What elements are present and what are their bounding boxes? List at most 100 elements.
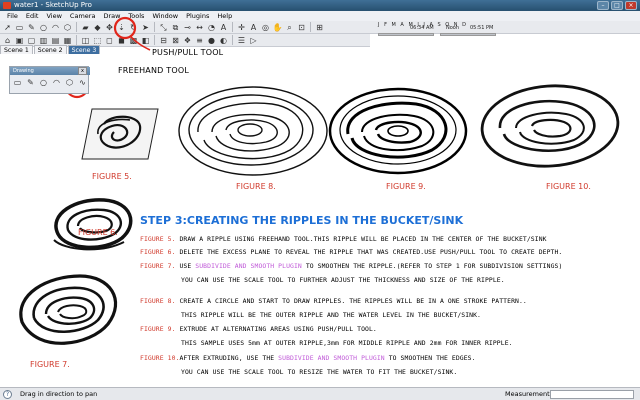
3d-text-icon[interactable]: A — [248, 22, 259, 33]
front-view-icon[interactable]: ▢ — [26, 35, 37, 46]
paint-bucket-icon[interactable]: ◆ — [92, 22, 103, 33]
polygon-icon[interactable]: ⬡ — [62, 22, 73, 33]
figure-8-label: FIGURE 8. — [236, 182, 276, 191]
top-view-icon[interactable]: ▣ — [14, 35, 25, 46]
iso-view-icon[interactable]: ⌂ — [2, 35, 13, 46]
rotate-icon[interactable]: ↻ — [128, 22, 139, 33]
offset-icon[interactable]: ⧉ — [170, 22, 181, 33]
instruction-line: FIGURE 9. EXTRUDE AT ALTERNATING AREAS U… — [140, 325, 377, 333]
menu-view[interactable]: View — [42, 11, 65, 21]
circle-icon[interactable]: ○ — [38, 22, 49, 33]
zoom-icon[interactable]: ⌕ — [284, 22, 295, 33]
figure-7-label: FIGURE 7. — [30, 360, 70, 369]
menu-window[interactable]: Window — [148, 11, 182, 21]
freehand-icon[interactable]: ∿ — [77, 77, 88, 89]
line-pencil-icon[interactable]: ✎ — [25, 77, 36, 89]
figure-7-drawing — [19, 274, 118, 345]
tab-scene-3[interactable]: Scene 3 — [67, 45, 101, 54]
monochrome-icon[interactable]: ◧ — [140, 35, 151, 46]
tape-measure-icon[interactable]: ⊸ — [182, 22, 193, 33]
arrow-select-icon[interactable]: ➚ — [2, 22, 13, 33]
push-pull-icon[interactable]: ⇣ — [116, 22, 127, 33]
instruction-text-pre: USE — [175, 262, 196, 270]
protractor-icon[interactable]: ◔ — [206, 22, 217, 33]
figure-10-drawing — [480, 84, 620, 168]
scale-icon[interactable]: ⤡ — [158, 22, 169, 33]
menu-plugins[interactable]: Plugins — [182, 11, 213, 21]
minimize-button[interactable]: – — [597, 1, 609, 10]
shadow-date-slider[interactable] — [378, 33, 434, 36]
toolbar-separator — [154, 22, 155, 32]
figure-5-label: FIGURE 5. — [92, 172, 132, 181]
scenes-icon[interactable]: ▷ — [248, 35, 259, 46]
left-view-icon[interactable]: ▦ — [62, 35, 73, 46]
status-hint: Drag in direction to pan — [20, 390, 98, 398]
menu-edit[interactable]: Edit — [22, 11, 43, 21]
arc-icon[interactable]: ◠ — [51, 77, 62, 89]
menu-file[interactable]: File — [3, 11, 22, 21]
shaded-texture-icon[interactable]: ▩ — [128, 35, 139, 46]
step-3-title: STEP 3:CREATING THE RIPPLES IN THE BUCKE… — [140, 214, 464, 227]
instruction-figure-ref: FIGURE 8. — [140, 297, 176, 305]
shadow-time-end: 05:51 PM — [470, 25, 494, 31]
main-toolbar: ➚ ▭ ✎ ○ ◠ ⬡ ▰ ◆ ✥ ⇣ ↻ ➤ ⤡ ⧉ ⊸ ↔ ◔ A ✛ A ◎ ✋ ⌕ ⊡ ⊞ — [0, 21, 640, 34]
components-icon[interactable]: ❖ — [182, 35, 193, 46]
figure-6-label: FIGURE 6. — [78, 228, 118, 237]
window-title: water1 - SketchUp Pro — [14, 1, 92, 9]
right-view-icon[interactable]: ▥ — [38, 35, 49, 46]
maximize-button[interactable]: □ — [611, 1, 623, 10]
follow-me-icon[interactable]: ➤ — [140, 22, 151, 33]
arc-icon[interactable]: ◠ — [50, 22, 61, 33]
toolbar-separator — [76, 35, 77, 45]
menu-camera[interactable]: Camera — [66, 11, 100, 21]
instruction-continuation: THIS SAMPLE USES 5mm AT OUTER RIPPLE,3mm… — [181, 339, 513, 347]
menu-tools[interactable]: Tools — [124, 11, 148, 21]
instruction-text: EXTRUDE AT ALTERNATING AREAS USING PUSH/… — [175, 325, 377, 333]
window-titlebar: water1 - SketchUp Pro – □ × — [0, 0, 640, 11]
axes-icon[interactable]: ✛ — [236, 22, 247, 33]
move-icon[interactable]: ✥ — [104, 22, 115, 33]
plugin-highlight: SUBDIVIDE AND SMOOTH PLUGIN — [278, 354, 385, 362]
measurements-input[interactable] — [550, 390, 634, 399]
orbit-icon[interactable]: ◎ — [260, 22, 271, 33]
circle-icon[interactable]: ○ — [38, 77, 49, 89]
eraser-icon[interactable]: ▰ — [80, 22, 91, 33]
tab-scene-2[interactable]: Scene 2 — [33, 45, 67, 54]
rectangle-icon[interactable]: ▭ — [12, 77, 23, 89]
zoom-window-icon[interactable]: ⊡ — [296, 22, 307, 33]
layers-icon[interactable]: ≡ — [194, 35, 205, 46]
outliner-icon[interactable]: ☰ — [236, 35, 247, 46]
pan-icon[interactable]: ✋ — [272, 22, 283, 33]
xray-icon[interactable]: ◫ — [80, 35, 91, 46]
wireframe-icon[interactable]: ⬚ — [92, 35, 103, 46]
materials-icon[interactable]: ● — [206, 35, 217, 46]
shadow-time-slider[interactable] — [440, 33, 496, 36]
section-plane-icon[interactable]: ⊟ — [158, 35, 169, 46]
instruction-text-pre: AFTER EXTRUDING, USE THE — [179, 354, 279, 362]
dimension-icon[interactable]: ↔ — [194, 22, 205, 33]
tab-scene-1[interactable]: Scene 1 — [0, 45, 33, 54]
close-button[interactable]: × — [625, 1, 637, 10]
zoom-extents-icon[interactable]: ⊞ — [314, 22, 325, 33]
help-question-icon[interactable]: ? — [3, 390, 12, 399]
text-icon[interactable]: A — [218, 22, 229, 33]
toolbar-separator — [232, 22, 233, 32]
section-cut-icon[interactable]: ⊠ — [170, 35, 181, 46]
measurements-label: Measurements — [505, 390, 554, 398]
polygon-icon[interactable]: ⬡ — [64, 77, 75, 89]
shaded-icon[interactable]: ◼ — [116, 35, 127, 46]
back-view-icon[interactable]: ▤ — [50, 35, 61, 46]
menu-bar: File Edit View Camera Draw Tools Window … — [0, 11, 640, 21]
instruction-text: CREATE A CIRCLE AND START TO DRAW RIPPLE… — [175, 297, 527, 305]
figure-8-drawing — [178, 86, 328, 176]
menu-draw[interactable]: Draw — [99, 11, 124, 21]
menu-help[interactable]: Help — [213, 11, 236, 21]
instruction-text: TO SMOOTHEN THE EDGES. — [384, 354, 476, 362]
line-pencil-icon[interactable]: ✎ — [26, 22, 37, 33]
drawing-toolbar-close[interactable]: x — [78, 67, 87, 75]
rectangle-icon[interactable]: ▭ — [14, 22, 25, 33]
hidden-line-icon[interactable]: ◻ — [104, 35, 115, 46]
freehand-tool-annotation: FREEHAND TOOL — [118, 66, 189, 75]
instruction-line: FIGURE 8. CREATE A CIRCLE AND START TO D… — [140, 297, 527, 305]
styles-icon[interactable]: ◐ — [218, 35, 229, 46]
